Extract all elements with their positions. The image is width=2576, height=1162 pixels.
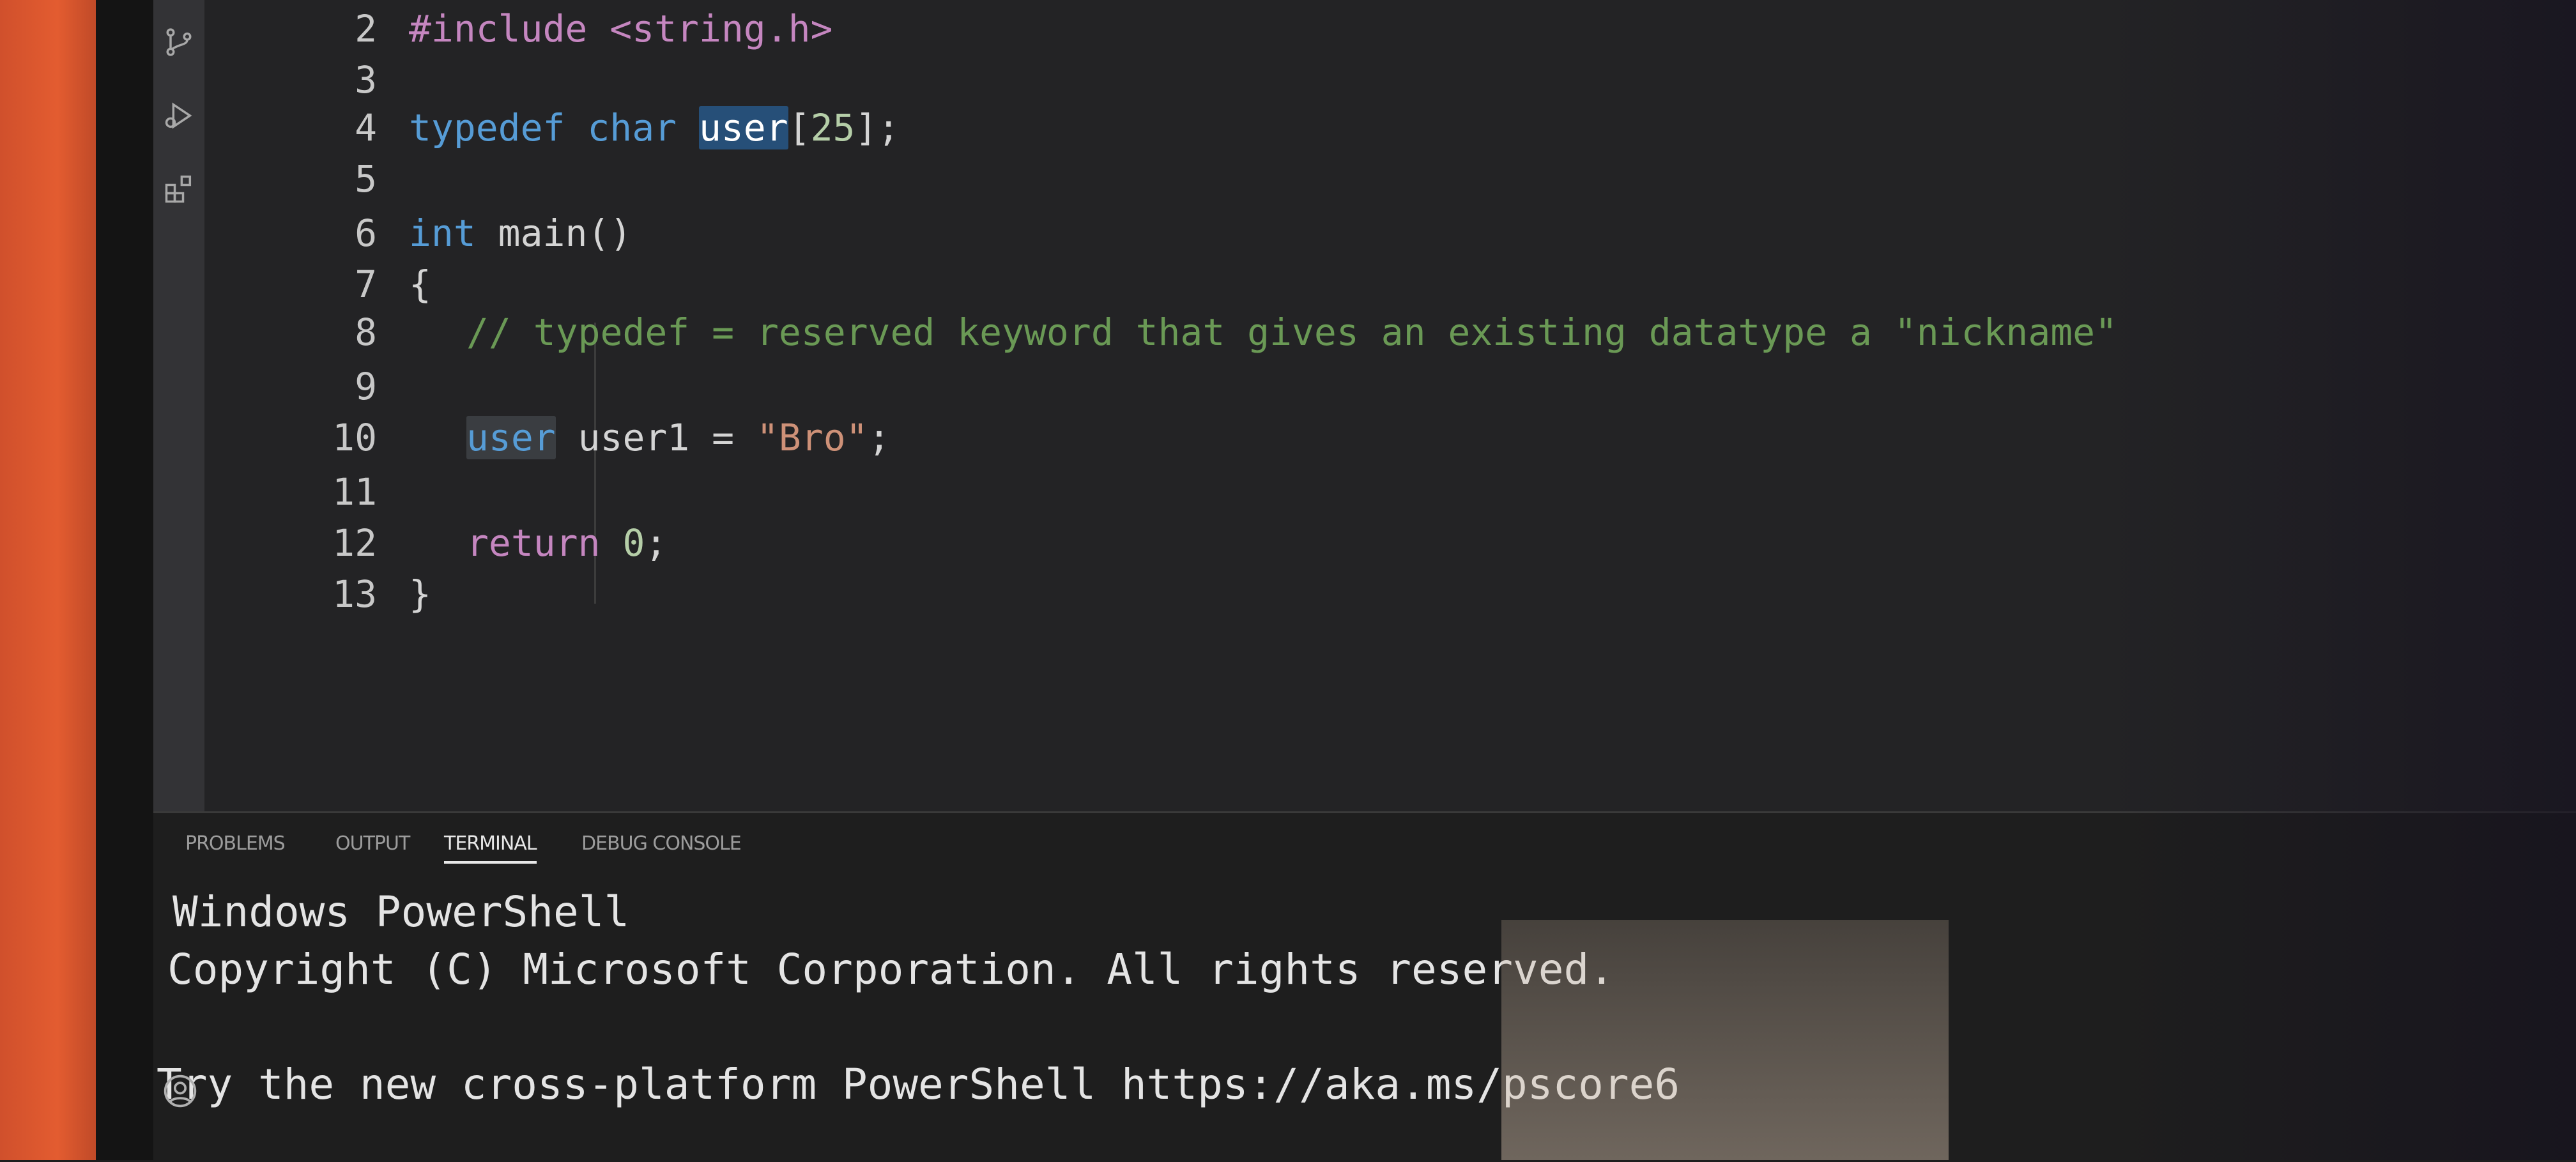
tab-debug-console[interactable]: DEBUG CONSOLE: [581, 832, 742, 855]
tab-problems[interactable]: PROBLEMS: [185, 832, 286, 855]
code-token: 25: [810, 106, 855, 149]
terminal-line: Windows PowerShell: [172, 887, 630, 936]
code-token: user: [466, 416, 556, 459]
code-token: "Bro": [756, 416, 868, 459]
line-number: 2: [355, 7, 377, 50]
line-number: 12: [332, 521, 377, 565]
code-token: return: [466, 521, 601, 565]
code-text[interactable]: return 0;: [466, 514, 667, 572]
screen-reflection: [1501, 920, 1949, 1160]
code-token: 0: [622, 521, 645, 565]
source-control-icon[interactable]: [162, 26, 195, 59]
code-token: ];: [855, 106, 900, 149]
terminal-line: Try the new cross-platform PowerShell ht…: [157, 1060, 1680, 1109]
screen-shadow: [2108, 0, 2576, 1160]
code-token: typedef: [409, 106, 565, 149]
line-number: 13: [332, 572, 377, 616]
code-token: // typedef = reserved keyword that gives…: [466, 310, 2118, 354]
code-token: ;: [868, 416, 891, 459]
code-token: #include <string.h>: [409, 7, 833, 50]
code-text[interactable]: typedef char user[25];: [409, 99, 900, 157]
line-number: 8: [355, 310, 377, 354]
monitor-bezel: [96, 0, 153, 1160]
code-token: user1 =: [555, 416, 756, 459]
line-number: 4: [355, 106, 377, 149]
code-text[interactable]: #include <string.h>: [409, 0, 832, 57]
background-surface: [0, 0, 96, 1160]
code-text[interactable]: // typedef = reserved keyword that gives…: [466, 303, 2117, 361]
code-token: int: [409, 211, 476, 255]
code-token: char: [587, 106, 677, 149]
code-token: [: [788, 106, 811, 149]
line-number: 11: [332, 470, 377, 514]
code-token: {: [409, 263, 431, 306]
code-token: }: [409, 572, 431, 616]
terminal-line: Copyright (C) Microsoft Corporation. All…: [167, 945, 1614, 994]
line-number: 10: [332, 416, 377, 459]
code-text[interactable]: }: [409, 565, 431, 623]
line-number: 9: [355, 365, 377, 408]
extensions-icon[interactable]: [162, 172, 195, 206]
line-number: 5: [355, 157, 377, 201]
code-token: main(): [475, 211, 632, 255]
account-icon[interactable]: [162, 1073, 198, 1109]
code-text[interactable]: int main(): [409, 204, 632, 262]
run-debug-icon[interactable]: [162, 99, 195, 132]
tab-output[interactable]: OUTPUT: [335, 832, 410, 855]
line-number: 6: [355, 211, 377, 255]
code-token: ;: [645, 521, 668, 565]
code-token: user: [698, 106, 788, 149]
code-text[interactable]: user user1 = "Bro";: [466, 409, 891, 466]
tab-terminal[interactable]: TERMINAL: [444, 832, 537, 864]
